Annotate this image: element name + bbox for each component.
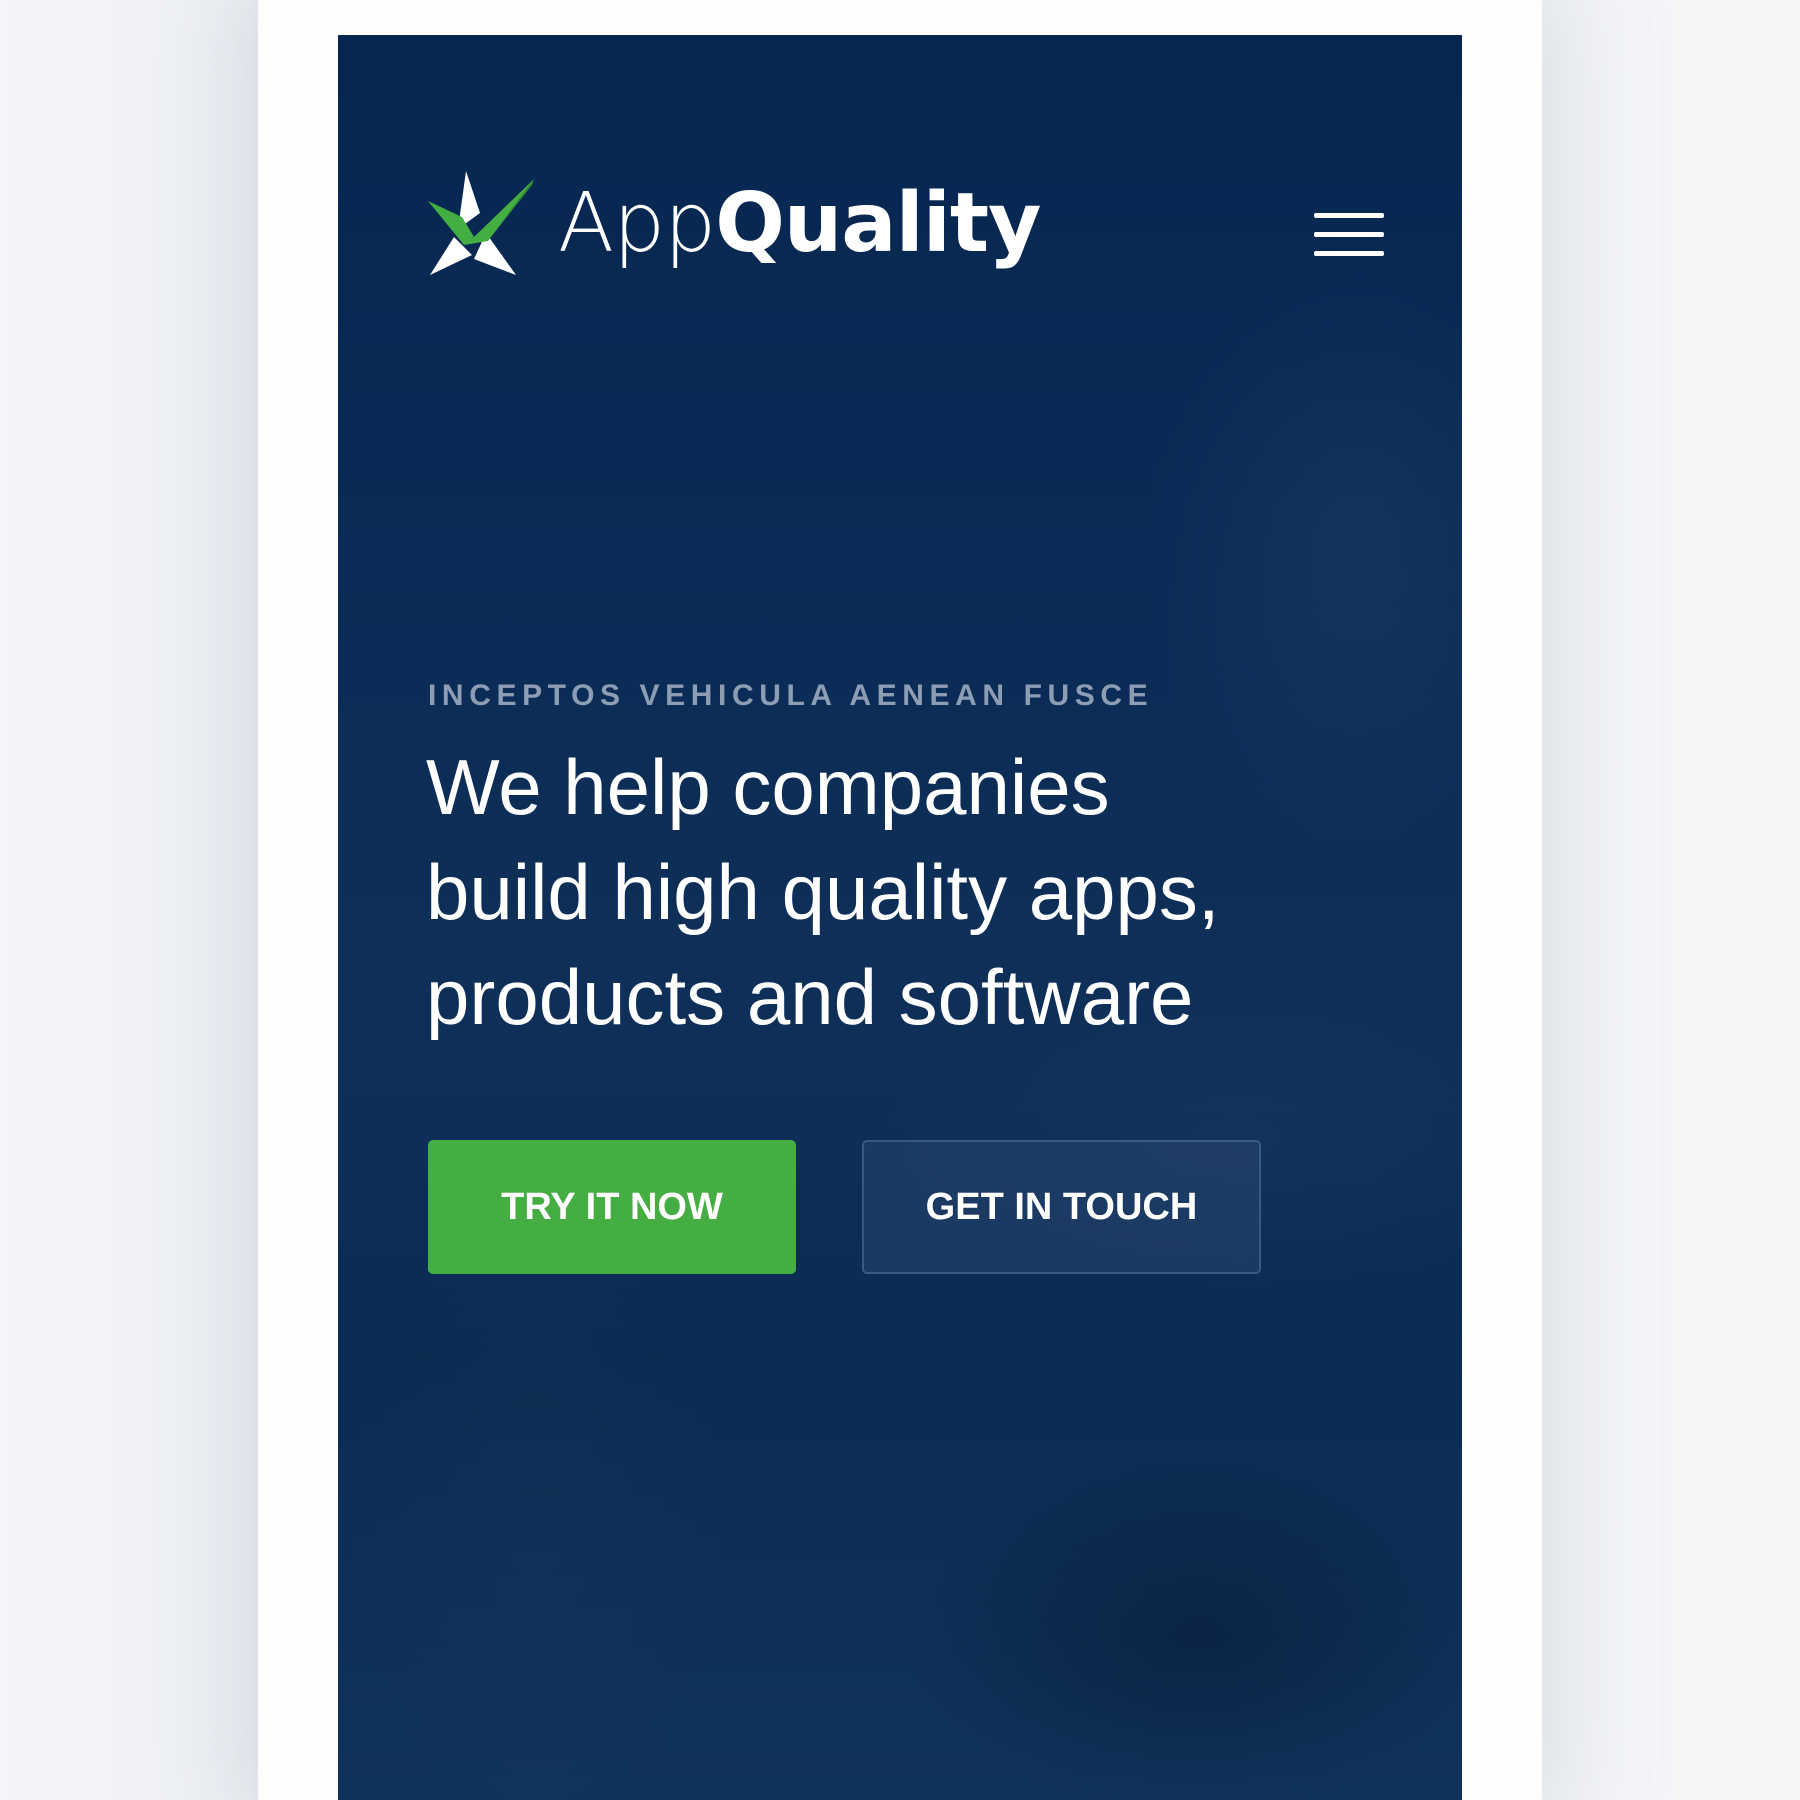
headline-line-1: We help companies xyxy=(426,743,1110,831)
headline-line-3: products and software xyxy=(426,953,1194,1041)
menu-bar-top xyxy=(1314,213,1384,218)
hero-section: AppQuality INCEPTOS VEHICULA AENEAN FUSC… xyxy=(338,35,1462,1800)
site-header: AppQuality xyxy=(428,153,1384,293)
star-check-logo-icon xyxy=(428,171,534,275)
hamburger-menu-icon[interactable] xyxy=(1314,213,1384,259)
brand-name-bold: Quality xyxy=(715,175,1041,271)
hero-headline: We help companies build high quality app… xyxy=(426,735,1416,1050)
brand-wordmark: AppQuality xyxy=(558,175,1042,271)
menu-bar-bottom xyxy=(1314,251,1384,256)
get-in-touch-button[interactable]: GET IN TOUCH xyxy=(862,1140,1261,1274)
brand-name-light: App xyxy=(558,175,716,271)
brand-logo[interactable]: AppQuality xyxy=(428,153,1042,293)
hero-eyebrow: INCEPTOS VEHICULA AENEAN FUSCE xyxy=(428,679,1154,712)
try-it-now-button[interactable]: TRY IT NOW xyxy=(428,1140,796,1274)
menu-bar-middle xyxy=(1314,232,1384,237)
headline-line-2: build high quality apps, xyxy=(426,848,1220,936)
